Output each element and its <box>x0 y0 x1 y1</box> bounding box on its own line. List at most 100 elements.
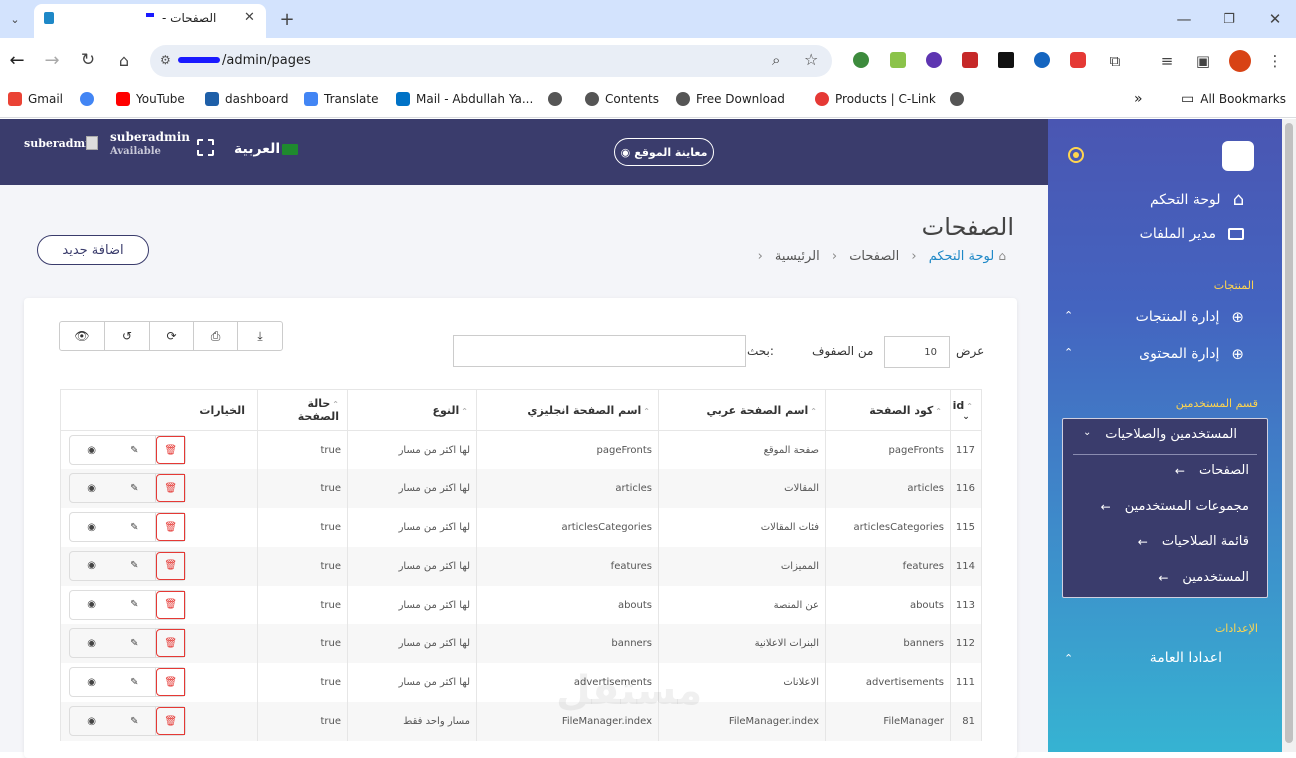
media-icon[interactable]: ≡ <box>1156 50 1178 72</box>
extension-icon[interactable] <box>998 52 1014 68</box>
submenu-item-permissions[interactable]: قائمة الصلاحيات ← <box>1138 534 1249 549</box>
view-site-button[interactable]: ◉ معاينة الموقع <box>614 138 714 166</box>
view-icon[interactable]: ◉ <box>70 552 113 580</box>
close-tab-icon[interactable]: ✕ <box>244 10 255 25</box>
edit-icon[interactable]: ✎ <box>113 513 157 542</box>
view-icon[interactable]: ◉ <box>70 668 113 696</box>
back-icon[interactable]: ← <box>6 49 28 71</box>
extension-icon[interactable] <box>962 52 978 68</box>
breadcrumb-home[interactable]: الرئيسية <box>775 249 820 264</box>
sidebar-item-file-manager[interactable]: مدير الملفات <box>1140 226 1244 242</box>
search-input[interactable] <box>453 335 746 367</box>
new-tab-icon[interactable]: + <box>276 8 298 30</box>
logo[interactable] <box>1222 141 1254 171</box>
side-panel-icon[interactable]: ▣ <box>1192 50 1214 72</box>
sidebar-item-manage-content[interactable]: ⊕ إدارة المحتوى <box>1139 345 1244 363</box>
bookmark-products[interactable]: Products | C-Link <box>815 90 936 108</box>
restore-icon[interactable]: ❐ <box>1217 8 1241 30</box>
reset-button[interactable]: ↺ <box>104 321 150 351</box>
column-visibility-button[interactable]: 👁 <box>59 321 105 351</box>
bookmark-youtube[interactable]: YouTube <box>116 90 185 108</box>
extensions-puzzle-icon[interactable]: ⧉ <box>1104 50 1126 72</box>
forward-icon[interactable]: → <box>41 49 63 71</box>
page-size-select[interactable]: 10 <box>884 336 950 368</box>
site-info-icon[interactable]: ⚙ <box>160 53 171 67</box>
delete-icon[interactable]: 🗑 <box>156 436 185 464</box>
print-button[interactable]: ⎙ <box>193 321 238 351</box>
view-icon[interactable]: ◉ <box>70 513 113 541</box>
home-icon[interactable]: ⌂ <box>113 49 135 71</box>
chevron-down-icon[interactable]: ⌄ <box>1083 427 1091 438</box>
edit-icon[interactable]: ✎ <box>113 590 157 619</box>
header-name-en[interactable]: ⌃اسم الصفحة انجليزي <box>476 389 659 431</box>
delete-icon[interactable]: 🗑 <box>156 707 185 736</box>
scrollbar-thumb[interactable] <box>1285 123 1293 743</box>
fullscreen-icon[interactable] <box>197 139 214 156</box>
close-window-icon[interactable]: ✕ <box>1263 8 1287 30</box>
submenu-header-users-permissions[interactable]: المستخدمين والصلاحيات <box>1105 427 1237 442</box>
header-type[interactable]: ⌃النوع <box>347 389 477 431</box>
bookmark-free-download[interactable]: Free Download <box>676 90 785 108</box>
sidebar-item-general-settings[interactable]: اعدادا العامة <box>1150 650 1222 666</box>
edit-icon[interactable]: ✎ <box>113 474 157 503</box>
delete-icon[interactable]: 🗑 <box>156 474 185 503</box>
view-icon[interactable]: ◉ <box>70 629 113 657</box>
header-code[interactable]: ⌃كود الصفحة <box>825 389 951 431</box>
add-new-button[interactable]: اضافة جديد <box>37 235 149 265</box>
bookmark-google[interactable] <box>80 90 94 108</box>
bookmark-star-icon[interactable]: ☆ <box>804 50 818 69</box>
edit-icon[interactable]: ✎ <box>113 629 157 658</box>
bookmark-mail[interactable]: Mail - Abdullah Ya... <box>396 90 533 108</box>
extension-icon[interactable] <box>853 52 869 68</box>
avatar[interactable] <box>86 136 98 150</box>
sidebar-item-manage-products[interactable]: ⊕ إدارة المنتجات <box>1136 308 1244 326</box>
chevron-up-icon[interactable]: ⌃ <box>1064 652 1073 665</box>
bookmark-globe[interactable] <box>950 90 964 108</box>
profile-avatar[interactable] <box>1229 50 1251 72</box>
view-icon[interactable]: ◉ <box>70 707 113 735</box>
all-bookmarks[interactable]: ▭ All Bookmarks <box>1181 90 1286 108</box>
header-id[interactable]: ⌃id ⌄ <box>950 389 982 431</box>
delete-icon[interactable]: 🗑 <box>156 513 185 542</box>
zoom-icon[interactable]: ⌕ <box>772 51 780 69</box>
bookmark-globe[interactable] <box>548 90 562 108</box>
minimize-icon[interactable]: — <box>1172 8 1196 30</box>
submenu-item-users[interactable]: المستخدمين ← <box>1158 570 1249 585</box>
submenu-item-pages[interactable]: الصفحات ← <box>1175 463 1249 478</box>
delete-icon[interactable]: 🗑 <box>156 668 185 697</box>
scrollbar[interactable] <box>1282 119 1296 752</box>
extension-icon[interactable] <box>1034 52 1050 68</box>
edit-icon[interactable]: ✎ <box>113 436 157 464</box>
header-name-ar[interactable]: ⌃اسم الصفحة عربي <box>658 389 826 431</box>
menu-kebab-icon[interactable]: ⋮ <box>1264 50 1286 72</box>
bookmark-gmail[interactable]: Gmail <box>8 90 63 108</box>
breadcrumb-dashboard[interactable]: لوحة التحكم <box>929 249 995 264</box>
export-button[interactable]: ⤓ <box>237 321 283 351</box>
tab-search-icon[interactable]: ⌄ <box>4 8 26 30</box>
delete-icon[interactable]: 🗑 <box>156 590 185 619</box>
view-icon[interactable]: ◉ <box>70 591 113 619</box>
edit-icon[interactable]: ✎ <box>113 707 157 736</box>
more-bookmarks-icon[interactable]: » <box>1134 90 1143 108</box>
delete-icon[interactable]: 🗑 <box>156 629 185 658</box>
chevron-up-icon[interactable]: ⌃ <box>1064 346 1073 359</box>
edit-icon[interactable]: ✎ <box>113 551 157 580</box>
language-label[interactable]: العربية <box>234 141 280 157</box>
header-status[interactable]: ⌃حالة الصفحة <box>257 389 348 431</box>
extension-icon[interactable] <box>1070 52 1086 68</box>
chevron-up-icon[interactable]: ⌃ <box>1064 309 1073 322</box>
refresh-button[interactable]: ⟳ <box>149 321 194 351</box>
address-bar[interactable]: ⚙ /admin/pages ⌕ ☆ <box>150 45 832 77</box>
bookmark-dashboard[interactable]: dashboard <box>205 90 288 108</box>
browser-tab[interactable]: الصفحات - ✕ <box>34 4 266 38</box>
view-icon[interactable]: ◉ <box>70 474 113 502</box>
bookmark-translate[interactable]: Translate <box>304 90 379 108</box>
view-icon[interactable]: ◉ <box>70 436 113 464</box>
bookmark-contents[interactable]: Contents <box>585 90 659 108</box>
edit-icon[interactable]: ✎ <box>113 668 157 697</box>
sidebar-item-dashboard[interactable]: ⌂ لوحة التحكم <box>1150 189 1244 210</box>
submenu-item-user-groups[interactable]: مجموعات المستخدمين ← <box>1101 499 1249 514</box>
toggle-sidebar-icon[interactable] <box>1068 147 1084 163</box>
extension-icon[interactable] <box>890 52 906 68</box>
delete-icon[interactable]: 🗑 <box>156 551 185 580</box>
